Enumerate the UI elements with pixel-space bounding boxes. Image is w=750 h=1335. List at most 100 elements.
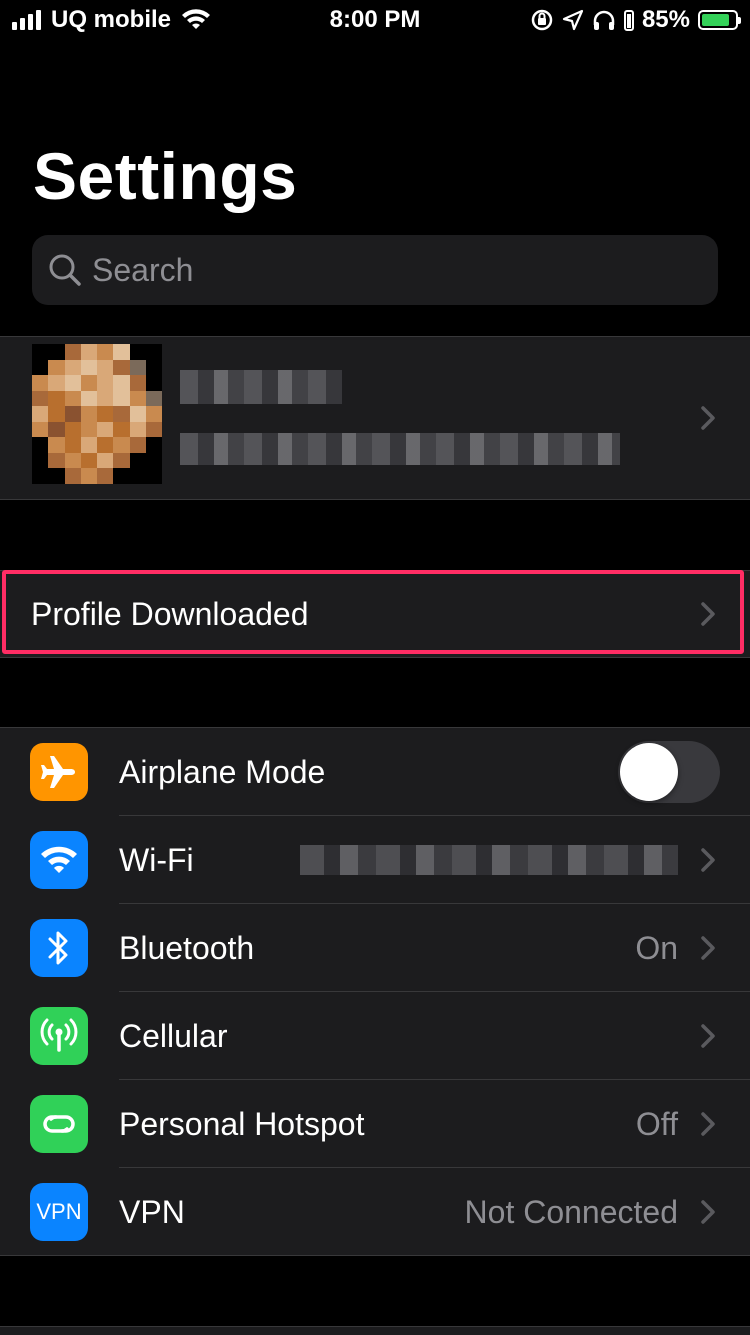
avatar-pixel [145, 452, 162, 469]
avatar-pixel [145, 406, 162, 422]
settings-row-airplane-mode[interactable]: Airplane Mode [0, 728, 750, 816]
avatar-pixel [129, 375, 146, 391]
avatar-pixel [48, 406, 65, 422]
avatar-pixel [113, 344, 130, 360]
avatar-pixel [48, 437, 65, 453]
avatar-pixel [64, 359, 81, 376]
chevron-right-icon [701, 848, 715, 872]
avatar-pixel [113, 406, 130, 422]
account-subtitle-redacted [180, 433, 620, 465]
avatar [32, 344, 162, 484]
avatar-pixel [145, 375, 162, 391]
battery-icon [698, 10, 741, 30]
search-field[interactable]: Search [32, 235, 718, 305]
battery-small-icon [623, 10, 634, 31]
avatar-pixel [32, 437, 49, 453]
avatar-pixel [145, 468, 162, 484]
chevron-right-icon [701, 1024, 715, 1048]
avatar-pixel [129, 421, 146, 438]
toggle-knob [620, 743, 678, 801]
chevron-right-icon [701, 1112, 715, 1136]
avatar-pixel [64, 437, 81, 453]
chevron-right-icon [701, 406, 715, 430]
avatar-pixel [64, 468, 81, 484]
avatar-pixel [113, 359, 130, 376]
avatar-pixel [32, 468, 49, 484]
settings-row-wifi[interactable]: Wi-Fi [0, 816, 750, 904]
avatar-pixel [48, 421, 65, 438]
search-icon [49, 254, 81, 286]
connectivity-settings-group: Airplane Mode Wi-Fi Bluetooth On Cellula… [0, 727, 750, 1256]
cellular-antenna-icon [30, 1007, 88, 1065]
vpn-value: Not Connected [464, 1194, 678, 1230]
avatar-pixel [113, 421, 130, 438]
page-title: Settings [33, 139, 298, 213]
avatar-pixel [64, 452, 81, 469]
hotspot-link-icon [30, 1095, 88, 1153]
avatar-pixel [113, 375, 130, 391]
bluetooth-icon [30, 919, 88, 977]
airplane-mode-label: Airplane Mode [119, 754, 326, 790]
headphones-icon [593, 10, 615, 30]
avatar-pixel [32, 421, 49, 438]
avatar-pixel [97, 421, 114, 438]
avatar-pixel [32, 406, 49, 422]
avatar-pixel [97, 390, 114, 407]
avatar-pixel [32, 375, 49, 391]
avatar-pixel [48, 390, 65, 407]
avatar-pixel [129, 344, 146, 360]
avatar-pixel [32, 344, 49, 360]
avatar-pixel [113, 468, 130, 484]
settings-row-cellular[interactable]: Cellular [0, 992, 750, 1080]
avatar-pixel [113, 452, 130, 469]
avatar-pixel [145, 437, 162, 453]
status-right: 85% [530, 6, 741, 34]
avatar-pixel [48, 375, 65, 391]
avatar-pixel [129, 452, 146, 469]
avatar-pixel [113, 390, 130, 407]
wifi-icon [30, 831, 88, 889]
avatar-pixel [145, 421, 162, 438]
avatar-pixel [80, 359, 97, 376]
avatar-pixel [97, 468, 114, 484]
avatar-pixel [129, 468, 146, 484]
battery-percent: 85% [641, 6, 690, 33]
vpn-label: VPN [119, 1194, 185, 1230]
account-name-redacted [180, 370, 342, 404]
bluetooth-value: On [635, 930, 678, 966]
avatar-pixel [97, 375, 114, 391]
avatar-pixel [32, 359, 49, 376]
wifi-label: Wi-Fi [119, 842, 194, 878]
avatar-pixel [48, 468, 65, 484]
avatar-pixel [64, 421, 81, 438]
avatar-pixel [97, 406, 114, 422]
avatar-pixel [80, 390, 97, 407]
avatar-pixel [32, 390, 49, 407]
wifi-network-redacted [300, 845, 678, 875]
avatar-pixel [97, 359, 114, 376]
location-arrow-icon [562, 9, 584, 31]
avatar-pixel [80, 344, 97, 360]
avatar-pixel [80, 452, 97, 469]
bluetooth-label: Bluetooth [119, 930, 255, 966]
settings-row-bluetooth[interactable]: Bluetooth On [0, 904, 750, 992]
search-placeholder: Search [92, 251, 194, 288]
orientation-lock-icon [531, 9, 553, 31]
avatar-pixel [113, 437, 130, 453]
status-bar: UQ mobile 8:00 PM 85% [0, 0, 750, 40]
avatar-pixel [32, 452, 49, 469]
avatar-pixel [80, 421, 97, 438]
avatar-pixel [80, 468, 97, 484]
avatar-pixel [80, 406, 97, 422]
avatar-pixel [48, 452, 65, 469]
settings-row-personal-hotspot[interactable]: Personal Hotspot Off [0, 1080, 750, 1168]
cellular-label: Cellular [119, 1018, 228, 1054]
avatar-pixel [64, 344, 81, 360]
highlight-outline [2, 570, 744, 654]
avatar-pixel [80, 375, 97, 391]
settings-row-vpn[interactable]: VPN VPN Not Connected [0, 1168, 750, 1256]
avatar-pixel [64, 406, 81, 422]
vpn-icon-text: VPN [36, 1199, 82, 1224]
avatar-pixel [145, 344, 162, 360]
airplane-mode-toggle[interactable] [618, 741, 720, 803]
